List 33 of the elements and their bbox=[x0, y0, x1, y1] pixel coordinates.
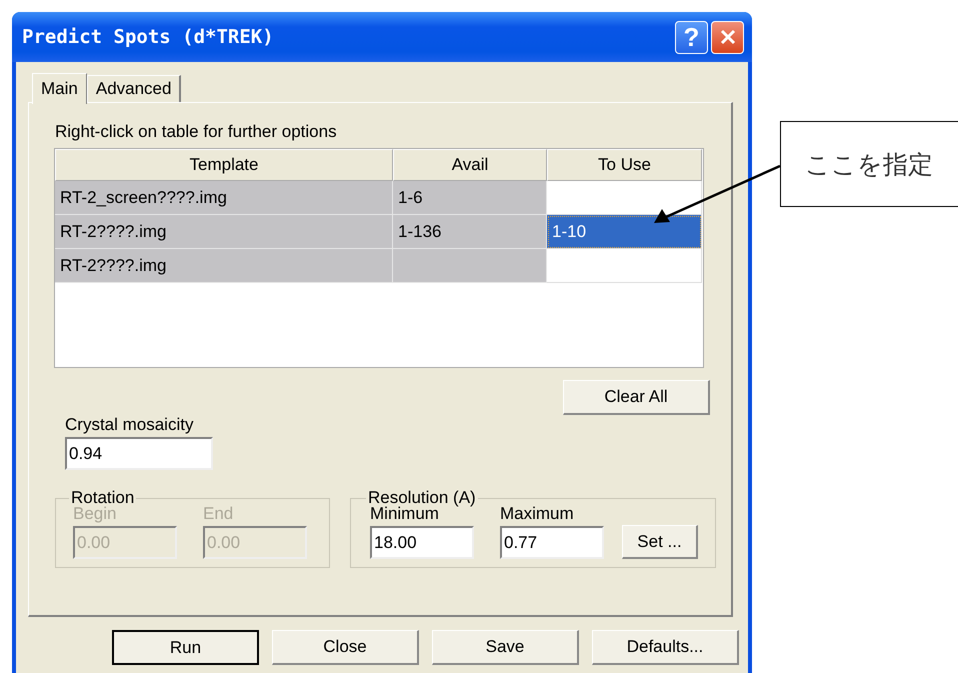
dialog-button[interactable]: Save bbox=[432, 630, 579, 665]
table-cell: 1-6 bbox=[393, 181, 547, 215]
set-button[interactable]: Set ... bbox=[622, 525, 698, 559]
column-header[interactable]: Template bbox=[55, 149, 393, 181]
input-field[interactable]: 0.94 bbox=[65, 437, 213, 470]
field-label: Begin bbox=[73, 504, 118, 525]
column-header[interactable]: To Use bbox=[547, 149, 702, 181]
dialog-button[interactable]: Defaults... bbox=[592, 630, 739, 665]
group-title: Rotation bbox=[70, 488, 136, 507]
table-cell[interactable] bbox=[547, 249, 702, 283]
table-cell: 1-136 bbox=[393, 215, 547, 249]
tab[interactable]: Advanced bbox=[86, 75, 182, 102]
window-title: Predict Spots (d*TREK) bbox=[22, 26, 274, 48]
table-cell[interactable]: 1-10 bbox=[547, 215, 702, 249]
input-field[interactable]: 0.77 bbox=[500, 526, 604, 559]
field-label: Minimum bbox=[370, 504, 440, 525]
close-icon bbox=[720, 29, 736, 45]
dialog-button[interactable]: Run bbox=[112, 630, 259, 665]
table-cell: RT-2????.img bbox=[55, 215, 393, 249]
group-title: Resolution (A) bbox=[367, 488, 477, 507]
tab[interactable]: Main bbox=[32, 73, 87, 104]
field-label: Maximum bbox=[500, 504, 575, 525]
hint-text: Right-click on table for further options bbox=[55, 122, 338, 143]
table-cell: RT-2????.img bbox=[55, 249, 393, 283]
clear-all-button[interactable]: Clear All bbox=[563, 380, 710, 415]
close-button[interactable] bbox=[711, 20, 744, 54]
field-label: Crystal mosaicity bbox=[65, 415, 194, 436]
input-field[interactable]: 18.00 bbox=[370, 526, 474, 559]
table-cell: RT-2_screen????.img bbox=[55, 181, 393, 215]
dialog-button[interactable]: Close bbox=[272, 630, 419, 665]
field-label: End bbox=[203, 504, 234, 525]
column-header[interactable]: Avail bbox=[393, 149, 547, 181]
callout-text: ここを指定 bbox=[805, 148, 933, 180]
